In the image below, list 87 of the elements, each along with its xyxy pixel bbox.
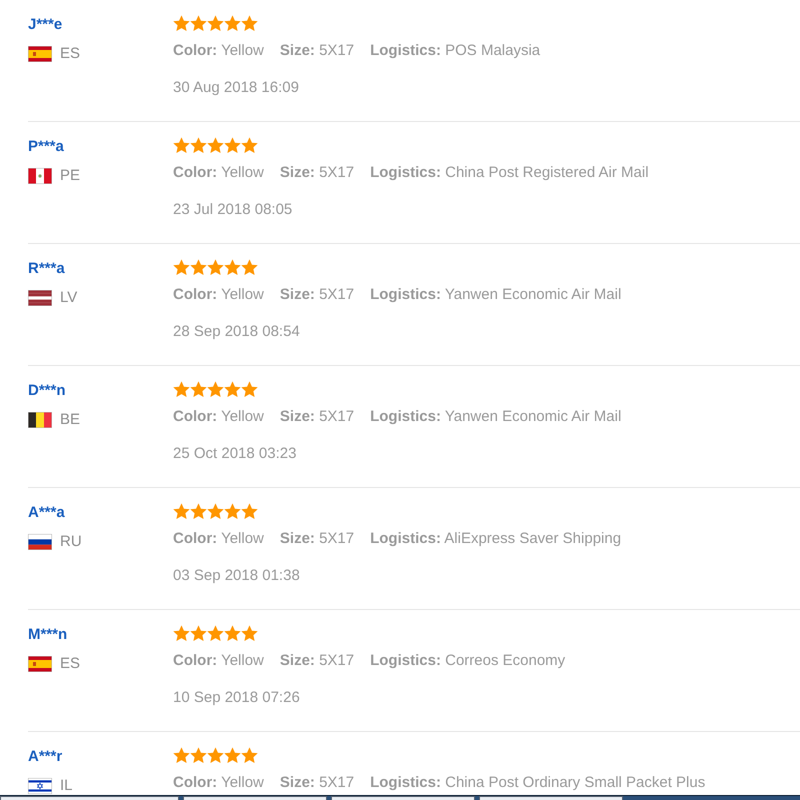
product-attribute: Logistics: Yanwen Economic Air Mail — [370, 407, 622, 427]
product-attribute: Color: Yellow — [173, 407, 264, 427]
review-date: 30 Aug 2018 16:09 — [173, 78, 300, 98]
review-date: 03 Sep 2018 01:38 — [173, 566, 301, 586]
star-icon — [173, 503, 190, 520]
star-icon — [173, 259, 190, 276]
product-attribute: Color: Yellow — [173, 285, 264, 305]
star-icon — [173, 15, 190, 32]
product-attribute: Color: Yellow — [173, 529, 264, 549]
reviewer-name: R***a — [28, 259, 66, 279]
taskbar-button[interactable] — [183, 796, 327, 800]
product-attribute: Size: 5X17 — [280, 285, 354, 305]
star-icon — [190, 137, 207, 154]
star-icon — [224, 747, 241, 764]
star-icon — [207, 137, 224, 154]
taskbar-button[interactable] — [331, 796, 475, 800]
star-icon — [241, 747, 258, 764]
taskbar-button[interactable] — [0, 796, 179, 800]
country-code: ES — [60, 656, 80, 672]
reviewer-name: P***a — [28, 137, 65, 157]
reviewer-name: D***n — [28, 381, 67, 401]
taskbar-button[interactable] — [479, 796, 623, 800]
star-icon — [207, 747, 224, 764]
star-icon — [224, 259, 241, 276]
review-date: 10 Sep 2018 07:26 — [173, 688, 301, 708]
product-attribute: Size: 5X17 — [280, 163, 354, 183]
star-icon — [224, 503, 241, 520]
spanish-flag-icon — [28, 656, 52, 672]
star-icon — [224, 381, 241, 398]
star-icon — [173, 747, 190, 764]
reviewer-name: A***r — [28, 747, 64, 767]
star-icon — [207, 259, 224, 276]
product-attribute: Color: Yellow — [173, 163, 264, 183]
star-icon — [207, 625, 224, 642]
reviewer-name: J***e — [28, 15, 64, 35]
product-attribute: Size: 5X17 — [280, 651, 354, 671]
reviewer-name: A***a — [28, 503, 66, 523]
product-attribute: Color: Yellow — [173, 41, 264, 61]
star-icon — [241, 625, 258, 642]
star-icon — [207, 503, 224, 520]
review-date: 25 Oct 2018 03:23 — [173, 444, 298, 464]
latvian-flag-icon — [28, 290, 52, 306]
product-attribute: Size: 5X17 — [280, 773, 354, 793]
star-icon — [207, 381, 224, 398]
israeli-flag-icon — [28, 778, 52, 794]
product-attribute: Logistics: Correos Economy — [370, 651, 566, 671]
product-attribute: Color: Yellow — [173, 773, 264, 793]
star-icon — [173, 625, 190, 642]
product-attribute: Logistics: Yanwen Economic Air Mail — [370, 285, 622, 305]
star-icon — [173, 381, 190, 398]
star-icon — [190, 503, 207, 520]
product-attribute: Size: 5X17 — [280, 407, 354, 427]
product-attribute: Logistics: China Post Registered Air Mail — [370, 163, 649, 183]
country-code: LV — [60, 290, 78, 306]
star-icon — [224, 625, 241, 642]
star-icon — [224, 15, 241, 32]
country-code: ES — [60, 46, 80, 62]
star-icon — [190, 381, 207, 398]
star-icon — [207, 15, 224, 32]
star-icon — [241, 381, 258, 398]
product-attribute: Logistics: POS Malaysia — [370, 41, 540, 61]
star-icon — [224, 137, 241, 154]
star-icon — [241, 137, 258, 154]
product-attribute: Logistics: China Post Ordinary Small Packet Plus — [370, 773, 706, 793]
spanish-flag-icon — [28, 46, 52, 62]
reviewer-name: M***n — [28, 625, 68, 645]
product-attribute: Size: 5X17 — [280, 41, 354, 61]
star-icon — [241, 15, 258, 32]
country-code: RU — [60, 534, 82, 550]
country-code: IL — [60, 778, 73, 794]
review-date: 23 Jul 2018 08:05 — [173, 200, 294, 220]
star-icon — [190, 625, 207, 642]
star-icon — [190, 15, 207, 32]
star-icon — [173, 137, 190, 154]
product-attribute: Size: 5X17 — [280, 529, 354, 549]
country-code: PE — [60, 168, 80, 184]
product-attribute: Color: Yellow — [173, 651, 264, 671]
peruvian-flag-icon — [28, 168, 52, 184]
star-icon — [190, 747, 207, 764]
star-icon — [241, 259, 258, 276]
belgian-flag-icon — [28, 412, 52, 428]
russian-flag-icon — [28, 534, 52, 550]
star-icon — [190, 259, 207, 276]
product-attribute: Logistics: AliExpress Saver Shipping — [370, 529, 622, 549]
country-code: BE — [60, 412, 80, 428]
review-date: 28 Sep 2018 08:54 — [173, 322, 301, 342]
star-icon — [241, 503, 258, 520]
